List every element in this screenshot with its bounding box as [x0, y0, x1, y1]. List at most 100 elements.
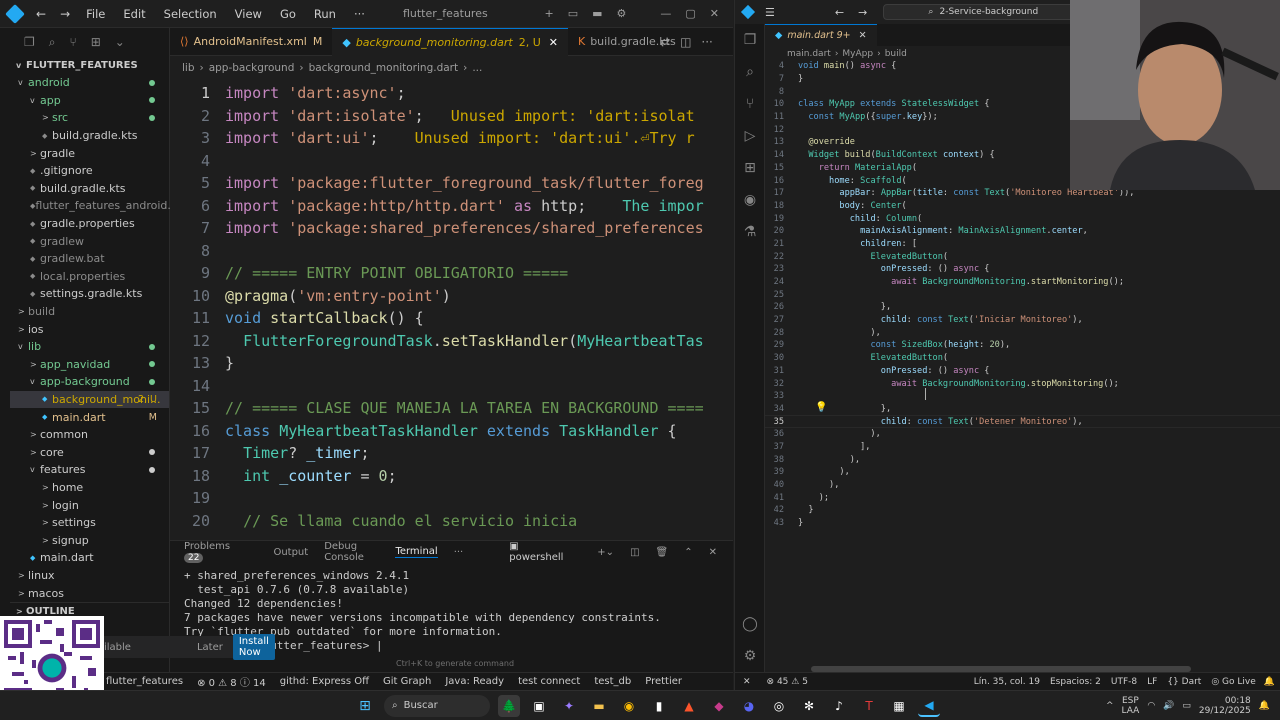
- tab-problems[interactable]: Problems 22: [184, 541, 257, 563]
- menu-item[interactable]: File: [86, 7, 105, 21]
- tree-item[interactable]: > ios: [10, 320, 169, 338]
- tiktok-icon[interactable]: ♪: [828, 695, 850, 717]
- tree-item[interactable]: > linux: [10, 567, 169, 585]
- menu-item[interactable]: Edit: [123, 7, 145, 21]
- files-icon[interactable]: ❐: [24, 35, 35, 49]
- cursor-position[interactable]: Lín. 35, col. 19: [974, 677, 1040, 687]
- status-item[interactable]: Git Graph: [383, 676, 431, 687]
- explorer-root[interactable]: v FLUTTER_FEATURES: [10, 56, 169, 74]
- tree-item[interactable]: > macos: [10, 584, 169, 602]
- search-icon[interactable]: ⌕: [49, 35, 56, 50]
- tree-item[interactable]: > src: [10, 109, 169, 127]
- indentation[interactable]: Espacios: 2: [1050, 677, 1101, 687]
- panel-toggle-icon[interactable]: ▬: [592, 7, 602, 20]
- encoding[interactable]: UTF-8: [1111, 677, 1137, 687]
- tree-item[interactable]: > core: [10, 443, 169, 461]
- tree-item[interactable]: > login: [10, 496, 169, 514]
- breadcrumb-item[interactable]: main.dart: [787, 49, 831, 59]
- menu-item[interactable]: View: [235, 7, 262, 21]
- layout-icon[interactable]: ▭: [568, 7, 578, 20]
- menu-item[interactable]: Go: [280, 7, 296, 21]
- tree-item[interactable]: v app: [10, 92, 169, 110]
- menu-icon[interactable]: ☰: [765, 6, 775, 19]
- copilot-icon[interactable]: ✦: [558, 695, 580, 717]
- task-view-icon[interactable]: ▣: [528, 695, 550, 717]
- status-item[interactable]: githd: Express Off: [280, 676, 369, 687]
- remote-icon[interactable]: ◉: [735, 184, 765, 216]
- close-tab-icon[interactable]: ✕: [549, 36, 558, 49]
- extensions-icon[interactable]: ⊞: [91, 35, 101, 49]
- tree-item[interactable]: ◆ gradlew.bat: [10, 250, 169, 268]
- tree-item[interactable]: ◆ build.gradle.kts: [10, 180, 169, 198]
- source-control-icon[interactable]: ⑂: [735, 88, 765, 120]
- tree-item[interactable]: ◆ .gitignore: [10, 162, 169, 180]
- editor-tab[interactable]: ◆ background_monitoring.dart 2, U ✕: [332, 27, 568, 56]
- left-code-editor[interactable]: 1 import 'dart:async'; 2 import 'dart:isola…: [170, 80, 733, 540]
- breadcrumb-item[interactable]: ...: [472, 62, 482, 74]
- install-now-button[interactable]: Install Now: [232, 634, 275, 660]
- manage-gear-icon[interactable]: ⚙: [735, 640, 765, 672]
- battery-icon[interactable]: ▭: [1182, 701, 1191, 711]
- maximize-icon[interactable]: ▢: [685, 7, 695, 20]
- language-mode[interactable]: {} Dart: [1167, 677, 1201, 687]
- tree-item[interactable]: > home: [10, 479, 169, 497]
- split-terminal-icon[interactable]: ◫: [630, 547, 639, 558]
- status-item[interactable]: flutter_features: [106, 676, 183, 687]
- remote-indicator[interactable]: ✕: [735, 677, 759, 687]
- tree-item[interactable]: > build: [10, 303, 169, 321]
- wifi-icon[interactable]: ◠: [1147, 701, 1155, 711]
- more-icon[interactable]: ···: [701, 35, 712, 49]
- source-control-icon[interactable]: ⑂: [70, 35, 77, 49]
- tree-item[interactable]: ◆ build.gradle.kts: [10, 127, 169, 145]
- tab-terminal[interactable]: Terminal: [395, 546, 438, 558]
- bell-icon[interactable]: 🔔: [1264, 677, 1275, 687]
- forward-icon[interactable]: →: [858, 6, 867, 19]
- language-indicator[interactable]: ESP LAA: [1122, 696, 1140, 716]
- tree-item[interactable]: > signup: [10, 531, 169, 549]
- tree-item[interactable]: > common: [10, 426, 169, 444]
- chatgpt-icon[interactable]: ✻: [798, 695, 820, 717]
- tree-item[interactable]: ◆ main.dart M: [10, 408, 169, 426]
- run-debug-icon[interactable]: ▷: [735, 120, 765, 152]
- tree-item[interactable]: ◆ settings.gradle.kts: [10, 285, 169, 303]
- back-icon[interactable]: ←: [835, 6, 844, 19]
- terminal-app-icon[interactable]: ▮: [648, 695, 670, 717]
- windows-start-icon[interactable]: ⊞: [354, 695, 376, 717]
- new-icon[interactable]: +: [544, 7, 553, 20]
- tab-main-dart[interactable]: ◆ main.dart 9+ ✕: [765, 24, 877, 46]
- file-explorer-icon[interactable]: ▬: [588, 695, 610, 717]
- chevron-down-icon[interactable]: ⌄: [115, 35, 125, 49]
- more-icon[interactable]: ···: [454, 547, 464, 558]
- account-icon[interactable]: ◯: [735, 608, 765, 640]
- obs-icon[interactable]: ◎: [768, 695, 790, 717]
- breadcrumb-item[interactable]: build: [885, 49, 907, 59]
- breadcrumb-item[interactable]: app-background: [209, 62, 295, 74]
- taskbar-search[interactable]: ⌕ Buscar: [384, 694, 490, 717]
- widgets-icon[interactable]: 🌲: [498, 694, 520, 717]
- extensions-icon[interactable]: ⊞: [735, 152, 765, 184]
- maximize-panel-icon[interactable]: ⌃: [684, 547, 692, 558]
- breadcrumb-item[interactable]: MyApp: [842, 49, 873, 59]
- discord-icon[interactable]: ◕: [738, 695, 760, 717]
- breadcrumb-item[interactable]: background_monitoring.dart: [309, 62, 459, 74]
- status-item[interactable]: test connect: [518, 676, 580, 687]
- status-item[interactable]: ⊗ 0 ⚠ 8 ⓘ 14: [197, 674, 266, 689]
- go-live-button[interactable]: ◎ Go Live: [1211, 677, 1255, 687]
- tab-output[interactable]: Output: [273, 547, 308, 558]
- text-editor-icon[interactable]: T: [858, 695, 880, 717]
- back-icon[interactable]: ←: [36, 7, 46, 21]
- git-client-icon[interactable]: ◆: [708, 695, 730, 717]
- command-search[interactable]: ⌕ 2-Service-background: [883, 4, 1084, 20]
- tree-item[interactable]: ◆ gradle.properties: [10, 215, 169, 233]
- tree-item[interactable]: ◆ background_moni... 2, U: [10, 390, 169, 409]
- menu-item[interactable]: Run: [314, 7, 336, 21]
- tree-item[interactable]: ◆ main.dart: [10, 549, 169, 567]
- chrome-icon[interactable]: ◉: [618, 695, 640, 717]
- add-terminal-icon[interactable]: +⌄: [597, 547, 614, 558]
- editor-tab[interactable]: ⟨⟩ AndroidManifest.xml M: [170, 28, 332, 56]
- testing-icon[interactable]: ⚗: [735, 216, 765, 248]
- tree-item[interactable]: v features: [10, 461, 169, 479]
- status-item[interactable]: Prettier: [645, 676, 682, 687]
- problems-indicator[interactable]: ⊗ 45 ⚠ 5: [767, 677, 808, 687]
- status-item[interactable]: Java: Ready: [445, 676, 504, 687]
